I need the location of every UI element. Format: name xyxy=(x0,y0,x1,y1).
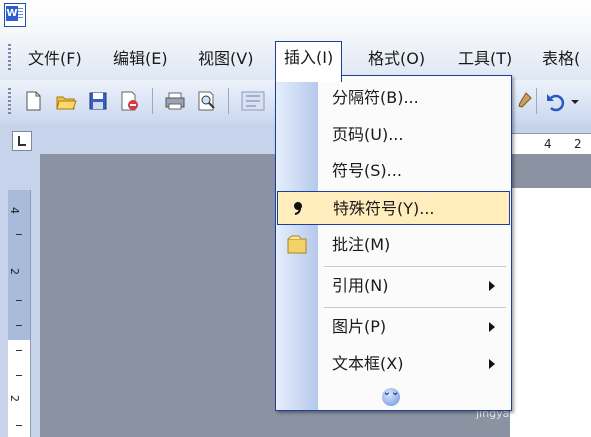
ruler-tick xyxy=(16,425,22,426)
menu-item-label: 文本框(X) xyxy=(332,354,404,373)
toolbar-separator xyxy=(536,88,537,114)
print-icon[interactable] xyxy=(164,90,186,112)
ruler-number: 4 xyxy=(544,137,552,151)
menu-separator xyxy=(324,266,506,267)
horizontal-ruler[interactable]: 4 2 xyxy=(500,133,591,156)
menu-file[interactable]: 文件(F) xyxy=(24,46,86,72)
permission-icon[interactable] xyxy=(118,90,140,112)
menu-item-label: 特殊符号(Y)... xyxy=(333,199,435,218)
menu-item-page-numbers[interactable]: 页码(U)... xyxy=(276,118,511,152)
format-painter-icon[interactable] xyxy=(512,90,534,112)
chevron-double-down-icon[interactable]: ⌄⌄ xyxy=(382,387,400,406)
ruler-tick xyxy=(16,234,22,235)
menu-separator xyxy=(324,307,506,308)
open-folder-icon[interactable] xyxy=(55,90,77,112)
menu-item-label: 分隔符(B)... xyxy=(332,88,419,107)
undo-icon[interactable] xyxy=(545,90,567,112)
title-bar: W xyxy=(0,0,591,36)
ruler-number: 2 xyxy=(8,395,21,402)
submenu-arrow-icon xyxy=(489,359,495,369)
save-icon[interactable] xyxy=(87,90,109,112)
ruler-tick xyxy=(16,375,22,376)
menu-item-special-symbol[interactable]: 特殊符号(Y)... xyxy=(277,191,510,225)
submenu-arrow-icon xyxy=(489,322,495,332)
tab-selector-icon[interactable] xyxy=(12,131,32,151)
menu-item-comment[interactable]: 批注(M) xyxy=(276,228,511,262)
menu-format[interactable]: 格式(O) xyxy=(364,46,429,72)
insert-menu-dropdown: 分隔符(B)... 页码(U)... 符号(S)... 特殊符号(Y)... 批… xyxy=(275,75,512,411)
menu-table[interactable]: 表格( xyxy=(538,46,584,72)
toolbar-separator xyxy=(152,88,153,114)
toolbar-grip[interactable] xyxy=(8,88,11,114)
translate-icon[interactable] xyxy=(240,90,270,112)
vertical-ruler[interactable]: 4 2 2 xyxy=(8,190,31,437)
print-preview-icon[interactable] xyxy=(196,90,218,112)
menu-item-picture[interactable]: 图片(P) xyxy=(276,310,511,344)
menu-item-symbol[interactable]: 符号(S)... xyxy=(276,154,511,188)
ruler-number: 2 xyxy=(8,268,21,275)
new-document-icon[interactable] xyxy=(22,90,44,112)
menu-item-break[interactable]: 分隔符(B)... xyxy=(276,81,511,115)
undo-dropdown-icon[interactable] xyxy=(568,90,582,112)
word-app-icon[interactable]: W xyxy=(4,3,26,27)
menu-item-label: 图片(P) xyxy=(332,317,387,336)
menu-item-label: 引用(N) xyxy=(332,276,389,295)
toolbar-separator xyxy=(228,88,229,114)
menu-tools[interactable]: 工具(T) xyxy=(454,46,516,72)
menu-edit[interactable]: 编辑(E) xyxy=(109,46,172,72)
menu-item-textbox[interactable]: 文本框(X) xyxy=(276,347,511,381)
menu-view[interactable]: 视图(V) xyxy=(194,46,257,72)
menubar-grip[interactable] xyxy=(8,44,11,70)
menu-item-label: 页码(U)... xyxy=(332,125,404,144)
ruler-tick xyxy=(16,350,22,351)
submenu-arrow-icon xyxy=(489,281,495,291)
ruler-tick xyxy=(16,325,22,326)
menu-insert[interactable]: 插入(I) xyxy=(275,41,343,82)
ruler-number: 4 xyxy=(8,207,21,214)
comment-icon xyxy=(287,235,307,254)
ruler-number: 2 xyxy=(574,137,582,151)
menu-item-label: 批注(M) xyxy=(332,235,391,254)
comma-symbol-icon xyxy=(294,202,302,215)
ruler-tick xyxy=(16,300,22,301)
menu-item-reference[interactable]: 引用(N) xyxy=(276,269,511,303)
menu-item-label: 符号(S)... xyxy=(332,161,402,180)
